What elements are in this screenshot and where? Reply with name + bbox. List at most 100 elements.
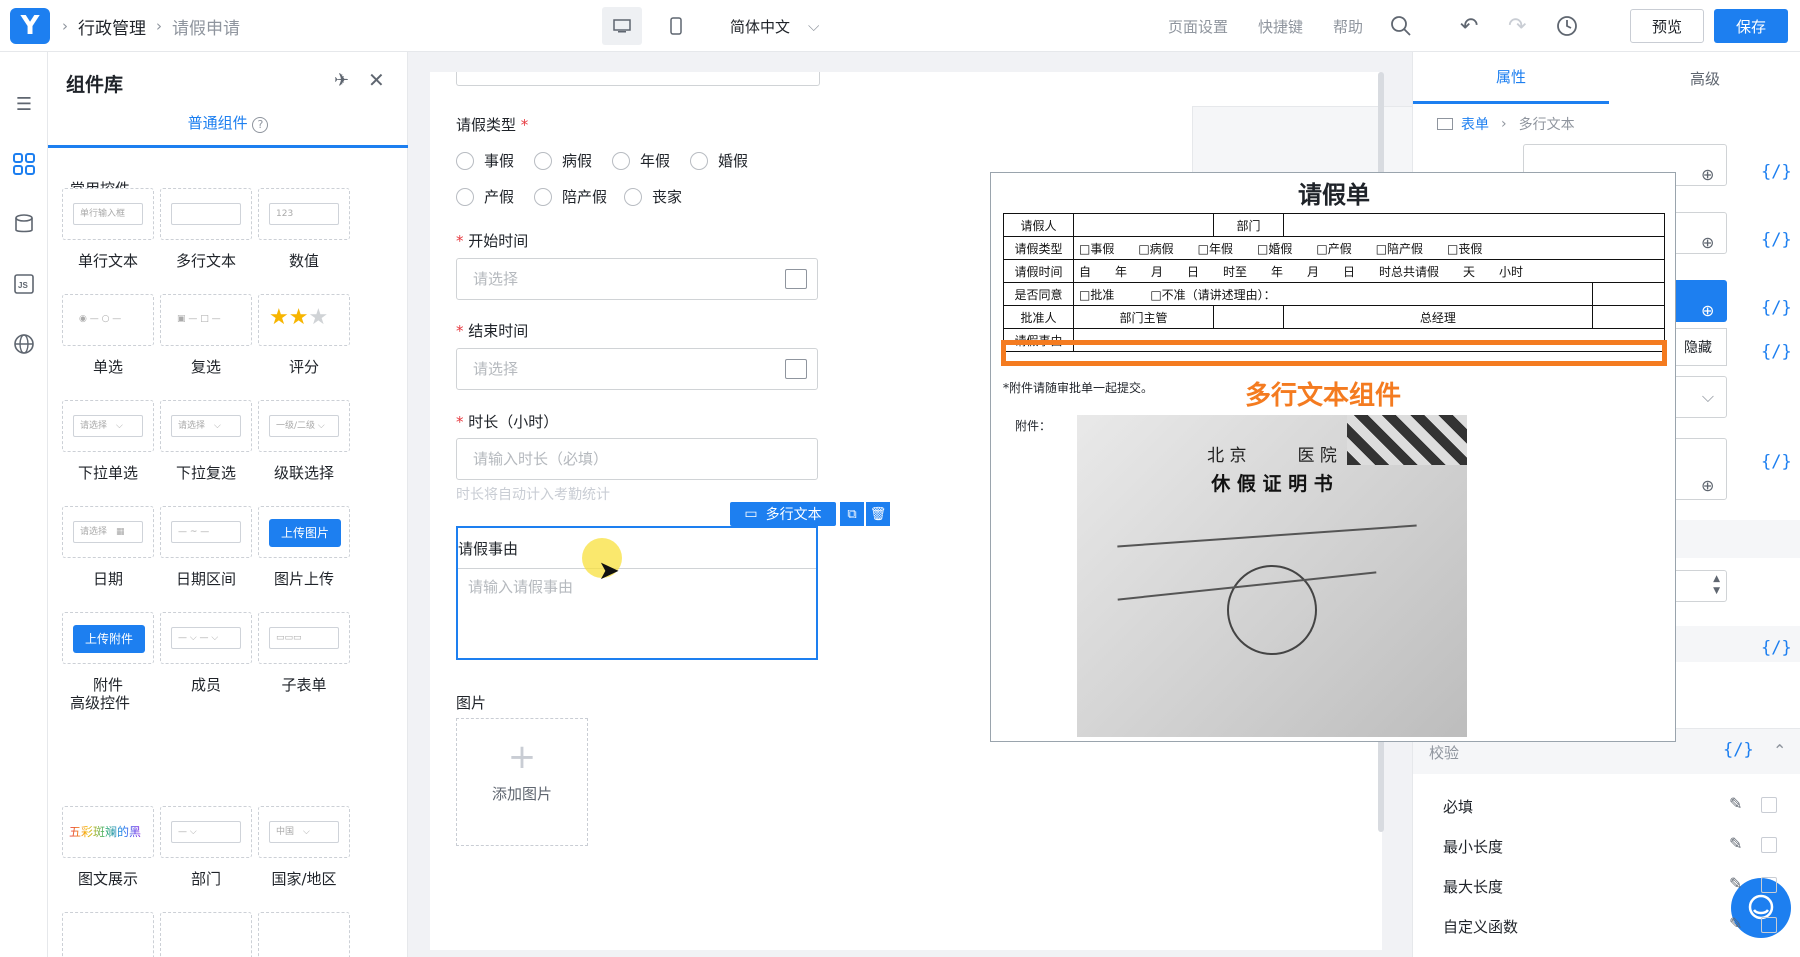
radio-leave-type-1[interactable]: 事假 <box>456 150 514 171</box>
globe-icon[interactable]: ⊕ <box>1701 233 1714 252</box>
tab-common-components[interactable]: 普通组件 ? <box>48 112 408 148</box>
component-preview: 上传图片 <box>258 506 350 558</box>
component-common-12[interactable]: 上传图片 图片上传 <box>258 506 350 598</box>
end-time-text: 结束时间 <box>468 322 529 340</box>
breadcrumb-item-admin[interactable]: 行政管理 <box>78 14 146 39</box>
component-advanced-1[interactable]: 五彩斑斓的黑 图文展示 <box>62 806 154 898</box>
component-common-8[interactable]: 请选择 ⌵ 下拉复选 <box>160 400 252 492</box>
radio-leave-type-3[interactable]: 年假 <box>612 150 670 171</box>
component-common-11[interactable]: — ~ — 日期区间 <box>160 506 252 598</box>
tab-properties[interactable]: 属性 <box>1413 52 1609 104</box>
globe-icon[interactable] <box>10 330 38 358</box>
search-icon[interactable] <box>1390 0 1412 52</box>
hide-toggle[interactable]: 隐藏 <box>1669 328 1727 366</box>
start-time-input[interactable]: 请选择 <box>456 258 818 300</box>
radio-leave-type-2[interactable]: 病假 <box>534 150 592 171</box>
cert-subtitle: 休 假 证 明 书 <box>1211 473 1333 495</box>
code-icon[interactable]: {/} <box>1761 452 1792 472</box>
js-icon[interactable]: JS <box>10 270 38 298</box>
breadcrumb-form[interactable]: 表单 <box>1461 114 1489 134</box>
component-common-7[interactable]: 请选择 ⌵ 下拉单选 <box>62 400 154 492</box>
component-common-4[interactable]: ◉ — ○ — 单选 <box>62 294 154 386</box>
component-advanced-more[interactable] <box>62 912 154 957</box>
validation-checkbox[interactable] <box>1761 837 1777 853</box>
reason-textarea[interactable]: 请输入请假事由 <box>468 576 573 597</box>
radio-leave-type-4[interactable]: 婚假 <box>690 150 748 171</box>
app-logo-icon[interactable]: Y <box>10 8 50 44</box>
components-icon[interactable] <box>10 150 38 178</box>
doc-cell: 请假人 <box>1003 213 1074 237</box>
code-icon[interactable]: {/} <box>1761 638 1792 658</box>
selected-tag-text: 多行文本 <box>765 507 822 523</box>
radio-label: 陪产假 <box>562 188 608 206</box>
globe-icon[interactable]: ⊕ <box>1701 476 1714 495</box>
component-common-2[interactable]: 多行文本 <box>160 188 252 280</box>
reason-field-selected[interactable]: 请假事由 请输入请假事由 ➤ <box>456 526 818 660</box>
component-advanced-more[interactable] <box>160 912 252 957</box>
component-common-13[interactable]: 上传附件 附件 <box>62 612 154 704</box>
code-icon[interactable]: {/} <box>1723 740 1754 760</box>
data-source-icon[interactable] <box>10 210 38 238</box>
radio-leave-type-7[interactable]: 丧家 <box>624 186 682 207</box>
preview-button[interactable]: 预览 <box>1630 9 1704 43</box>
globe-icon[interactable]: ⊕ <box>1701 165 1714 184</box>
globe-icon[interactable]: ⊕ <box>1701 301 1714 320</box>
duration-input[interactable]: 请输入时长（必填） <box>456 438 818 480</box>
add-image-text: 添加图片 <box>491 785 552 803</box>
code-icon[interactable]: {/} <box>1761 230 1792 250</box>
radio-leave-type-6[interactable]: 陪产假 <box>534 186 607 207</box>
edit-icon[interactable]: ✎ <box>1729 834 1742 853</box>
component-common-5[interactable]: ▣ — □ — 复选 <box>160 294 252 386</box>
doc-cell <box>1213 305 1284 329</box>
component-common-14[interactable]: — ⌵ — ⌵ 成员 <box>160 612 252 704</box>
component-advanced-3[interactable]: 中国 ⌵ 国家/地区 <box>258 806 350 898</box>
code-icon[interactable]: {/} <box>1761 162 1792 182</box>
undo-icon[interactable]: ↶ <box>1460 0 1478 52</box>
help-link[interactable]: 帮助 <box>1333 0 1363 52</box>
validation-checkbox[interactable] <box>1761 877 1777 893</box>
pin-icon[interactable]: ✈ <box>334 70 349 91</box>
component-common-1[interactable]: 单行输入框 单行文本 <box>62 188 154 280</box>
component-common-9[interactable]: 一级/二级 ⌵ 级联选择 <box>258 400 350 492</box>
save-button[interactable]: 保存 <box>1714 9 1788 43</box>
close-icon[interactable]: ✕ <box>368 68 385 92</box>
add-image-button[interactable]: + 添加图片 <box>456 718 588 846</box>
language-select[interactable]: 简体中文 ⌵ <box>730 0 819 52</box>
selected-component-tag[interactable]: ▭ 多行文本 <box>730 502 836 526</box>
edit-icon[interactable]: ✎ <box>1729 914 1742 933</box>
code-icon[interactable]: {/} <box>1761 342 1792 362</box>
leave-form-image-overlay: 请假单 请假人 部门 请假类型 □事假 □病假 □年假 □婚假 □产假 □陪产假… <box>990 172 1676 742</box>
breadcrumb-textarea: 多行文本 <box>1518 117 1575 133</box>
page-settings-link[interactable]: 页面设置 <box>1168 0 1228 52</box>
component-advanced-more[interactable] <box>258 912 350 957</box>
tab-advanced[interactable]: 高级 <box>1609 52 1800 104</box>
previous-field-input[interactable] <box>456 72 820 86</box>
shortcuts-link[interactable]: 快捷键 <box>1258 0 1303 52</box>
desktop-view-icon[interactable] <box>602 7 642 45</box>
component-common-6[interactable]: ★★★ 评分 <box>258 294 350 386</box>
form-icon <box>1437 118 1453 130</box>
edit-icon[interactable]: ✎ <box>1729 874 1742 893</box>
validation-checkbox[interactable] <box>1761 917 1777 933</box>
radio-leave-type-5[interactable]: 产假 <box>456 186 514 207</box>
component-common-10[interactable]: 请选择 ▦ 日期 <box>62 506 154 598</box>
delete-icon[interactable]: 🗑 <box>866 502 890 526</box>
code-icon[interactable]: {/} <box>1761 298 1792 318</box>
doc-cell: 部门 <box>1213 213 1284 237</box>
redo-icon[interactable]: ↷ <box>1508 0 1526 52</box>
mobile-view-icon[interactable] <box>656 7 696 45</box>
component-common-3[interactable]: 123 数值 <box>258 188 350 280</box>
outline-icon[interactable]: ☰ <box>10 90 38 118</box>
validation-checkbox[interactable] <box>1761 797 1777 813</box>
end-time-input[interactable]: 请选择 <box>456 348 818 390</box>
component-common-15[interactable]: ▭▭▭ 子表单 <box>258 612 350 704</box>
edit-icon[interactable]: ✎ <box>1729 794 1742 813</box>
chevron-up-icon[interactable]: ⌃ <box>1773 741 1786 760</box>
left-icon-rail: ☰ JS <box>0 52 48 957</box>
copy-icon[interactable]: ⧉ <box>840 502 864 526</box>
radio-circle-icon <box>612 151 630 170</box>
mini-field: 单行输入框 <box>73 203 143 225</box>
help-circle-icon[interactable]: ? <box>252 117 269 133</box>
history-icon[interactable] <box>1556 0 1578 52</box>
component-advanced-2[interactable]: — ⌵ 部门 <box>160 806 252 898</box>
